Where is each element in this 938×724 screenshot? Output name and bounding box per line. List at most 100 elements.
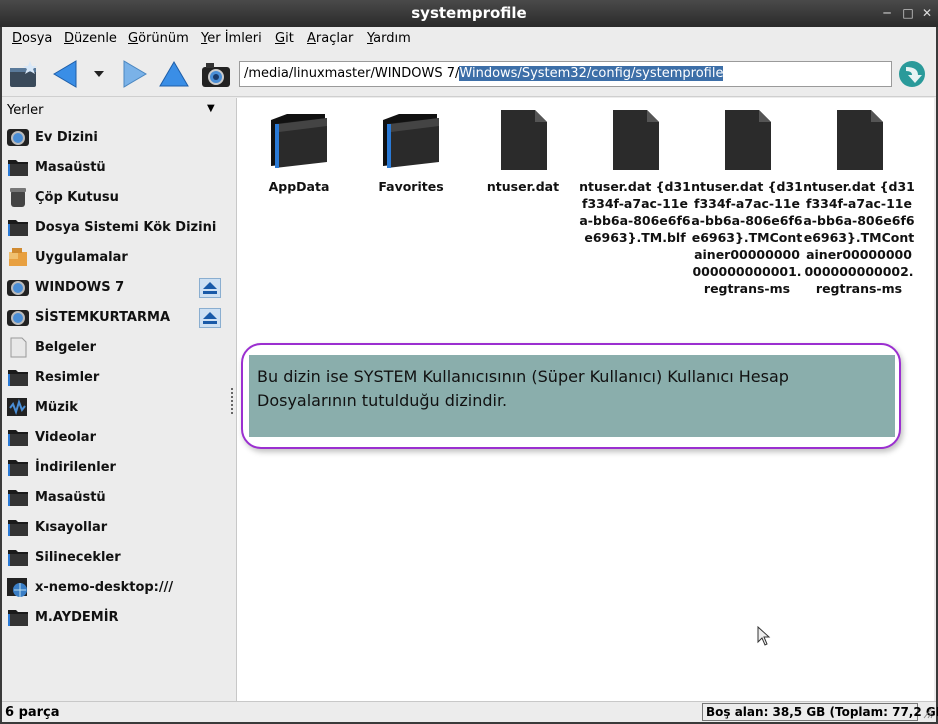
folder-icon <box>8 610 28 626</box>
sidebar-item[interactable]: Masaüstü <box>2 483 229 513</box>
menu-bar: Dosya Düzenle Görünüm Yer İmleri Git Ara… <box>2 27 936 51</box>
window-title: systemprofile <box>411 4 527 22</box>
menu-duzenle[interactable]: Düzenle <box>64 31 117 46</box>
sidebar-item[interactable]: Videolar <box>2 423 229 453</box>
forward-button[interactable] <box>118 59 150 89</box>
drive-icon <box>7 280 29 296</box>
menu-gorunum[interactable]: Görünüm <box>128 31 189 46</box>
sidebar-item[interactable]: Silinecekler <box>2 543 229 573</box>
sidebar-item[interactable]: Ev Dizini <box>2 123 229 153</box>
folder-icon <box>8 550 28 566</box>
menu-yer-imleri[interactable]: Yer İmleri <box>201 31 262 46</box>
drive-icon <box>7 310 29 326</box>
eject-icon <box>203 282 217 294</box>
applications-icon <box>9 248 27 266</box>
history-dropdown-button[interactable] <box>90 59 108 89</box>
file-item[interactable]: ntuser.dat {d31f334f-a7ac-11ea-bb6a-806e… <box>691 106 803 297</box>
music-icon <box>7 398 27 416</box>
sidebar-item-label: M.AYDEMİR <box>35 610 119 625</box>
sidebar-item[interactable]: Masaüstü <box>2 153 229 183</box>
pictures-icon <box>8 370 28 386</box>
menu-dosya[interactable]: Dosya <box>12 31 52 46</box>
file-item[interactable]: ntuser.dat {d31f334f-a7ac-11ea-bb6a-806e… <box>803 106 915 297</box>
sidebar-item[interactable]: SİSTEMKURTARMA <box>2 303 229 333</box>
desktop-icon <box>8 160 28 176</box>
sidebar-item-label: Çöp Kutusu <box>35 190 119 205</box>
camera-icon <box>202 63 230 87</box>
sidebar-item-label: İndirilenler <box>35 460 116 475</box>
file-name-label: ntuser.dat {d31f334f-a7ac-11ea-bb6a-806e… <box>579 179 691 245</box>
sidebar-header[interactable]: Yerler ▼ <box>2 98 229 122</box>
free-space: Boş alan: 38,5 GB (Toplam: 77,2 GB) <box>702 703 938 721</box>
folder-icon <box>267 106 331 176</box>
sidebar-item[interactable]: İndirilenler <box>2 453 229 483</box>
item-count: 6 parça <box>5 705 60 720</box>
sidebar-item-icon-wrap <box>6 456 30 478</box>
sidebar-item-icon-wrap <box>6 126 30 148</box>
sidebar-item-label: Videolar <box>35 430 96 445</box>
sidebar-item-icon-wrap <box>6 426 30 448</box>
sidebar-item[interactable]: Belgeler <box>2 333 229 363</box>
sidebar-item[interactable]: Müzik <box>2 393 229 423</box>
menu-araclar[interactable]: Araçlar <box>307 31 353 46</box>
desktop-icon <box>8 490 28 506</box>
sidebar-item[interactable]: Çöp Kutusu <box>2 183 229 213</box>
sidebar-item-icon-wrap <box>6 546 30 568</box>
sidebar-item-label: Ev Dizini <box>35 130 98 145</box>
downloads-icon <box>8 460 28 476</box>
toolbar: /media/linuxmaster/WINDOWS 7/Windows/Sys… <box>2 51 936 97</box>
file-name-label: ntuser.dat {d31f334f-a7ac-11ea-bb6a-806e… <box>803 179 915 296</box>
maximize-button[interactable]: □ <box>901 6 915 20</box>
sidebar-item[interactable]: Uygulamalar <box>2 243 229 273</box>
back-arrow-icon <box>53 60 77 88</box>
sidebar-item-icon-wrap <box>6 366 30 388</box>
sidebar-item-label: Resimler <box>35 370 100 385</box>
sidebar-item[interactable]: Kısayollar <box>2 513 229 543</box>
folder-item[interactable]: Favorites <box>355 106 467 195</box>
sidebar-item-icon-wrap <box>6 306 30 328</box>
close-button[interactable]: ✕ <box>920 6 934 20</box>
file-name-label: ntuser.dat <box>486 179 560 194</box>
sidebar-item[interactable]: Dosya Sistemi Kök Dizini <box>2 213 229 243</box>
resize-grip-icon[interactable] <box>922 706 934 720</box>
location-path-prefix: /media/linuxmaster/WINDOWS 7/ <box>244 66 460 81</box>
menu-yardim[interactable]: Yardım <box>367 31 411 46</box>
file-icon <box>491 106 555 176</box>
sidebar-item-icon-wrap <box>6 186 30 208</box>
title-bar: systemprofile ─ □ ✕ <box>0 0 938 27</box>
minimize-button[interactable]: ─ <box>880 6 894 20</box>
sidebar-item-icon-wrap <box>6 246 30 268</box>
sidebar-item[interactable]: M.AYDEMİR <box>2 603 229 633</box>
sidebar-item-icon-wrap <box>6 276 30 298</box>
annotation-callout: Bu dizin ise SYSTEM Kullanıcısının (Süpe… <box>241 343 901 449</box>
file-name-label: AppData <box>268 179 330 194</box>
sidebar-item-icon-wrap <box>6 156 30 178</box>
file-view[interactable]: AppData Favorites ntuser.dat ntuser.dat {d3… <box>236 98 934 701</box>
sidebar-item-label: Masaüstü <box>35 160 106 175</box>
sidebar-item-label: x-nemo-desktop:/// <box>35 580 174 595</box>
go-arrow-icon <box>899 61 925 87</box>
sidebar-item[interactable]: Resimler <box>2 363 229 393</box>
annotation-text: Bu dizin ise SYSTEM Kullanıcısının (Süpe… <box>257 367 789 410</box>
sidebar-item-icon-wrap <box>6 336 30 358</box>
forward-arrow-icon <box>123 60 147 88</box>
sidebar-splitter[interactable] <box>229 98 236 701</box>
go-button[interactable] <box>896 59 928 89</box>
filesystem-icon <box>8 220 28 236</box>
new-folder-button[interactable] <box>8 59 40 89</box>
file-item[interactable]: ntuser.dat <box>467 106 579 195</box>
file-manager-window: Dosya Düzenle Görünüm Yer İmleri Git Ara… <box>2 27 938 722</box>
sidebar-item[interactable]: WINDOWS 7 <box>2 273 229 303</box>
up-button[interactable] <box>158 59 190 89</box>
home-icon <box>7 129 29 146</box>
back-button[interactable] <box>50 59 82 89</box>
file-item[interactable]: ntuser.dat {d31f334f-a7ac-11ea-bb6a-806e… <box>579 106 691 246</box>
folder-item[interactable]: AppData <box>243 106 355 195</box>
sidebar-item[interactable]: x-nemo-desktop:/// <box>2 573 229 603</box>
eject-button[interactable] <box>199 308 221 328</box>
eject-button[interactable] <box>199 278 221 298</box>
menu-git[interactable]: Git <box>275 31 294 46</box>
computer-button[interactable] <box>200 59 232 89</box>
location-bar[interactable]: /media/linuxmaster/WINDOWS 7/Windows/Sys… <box>239 61 892 87</box>
sidebar-item-icon-wrap <box>6 606 30 628</box>
